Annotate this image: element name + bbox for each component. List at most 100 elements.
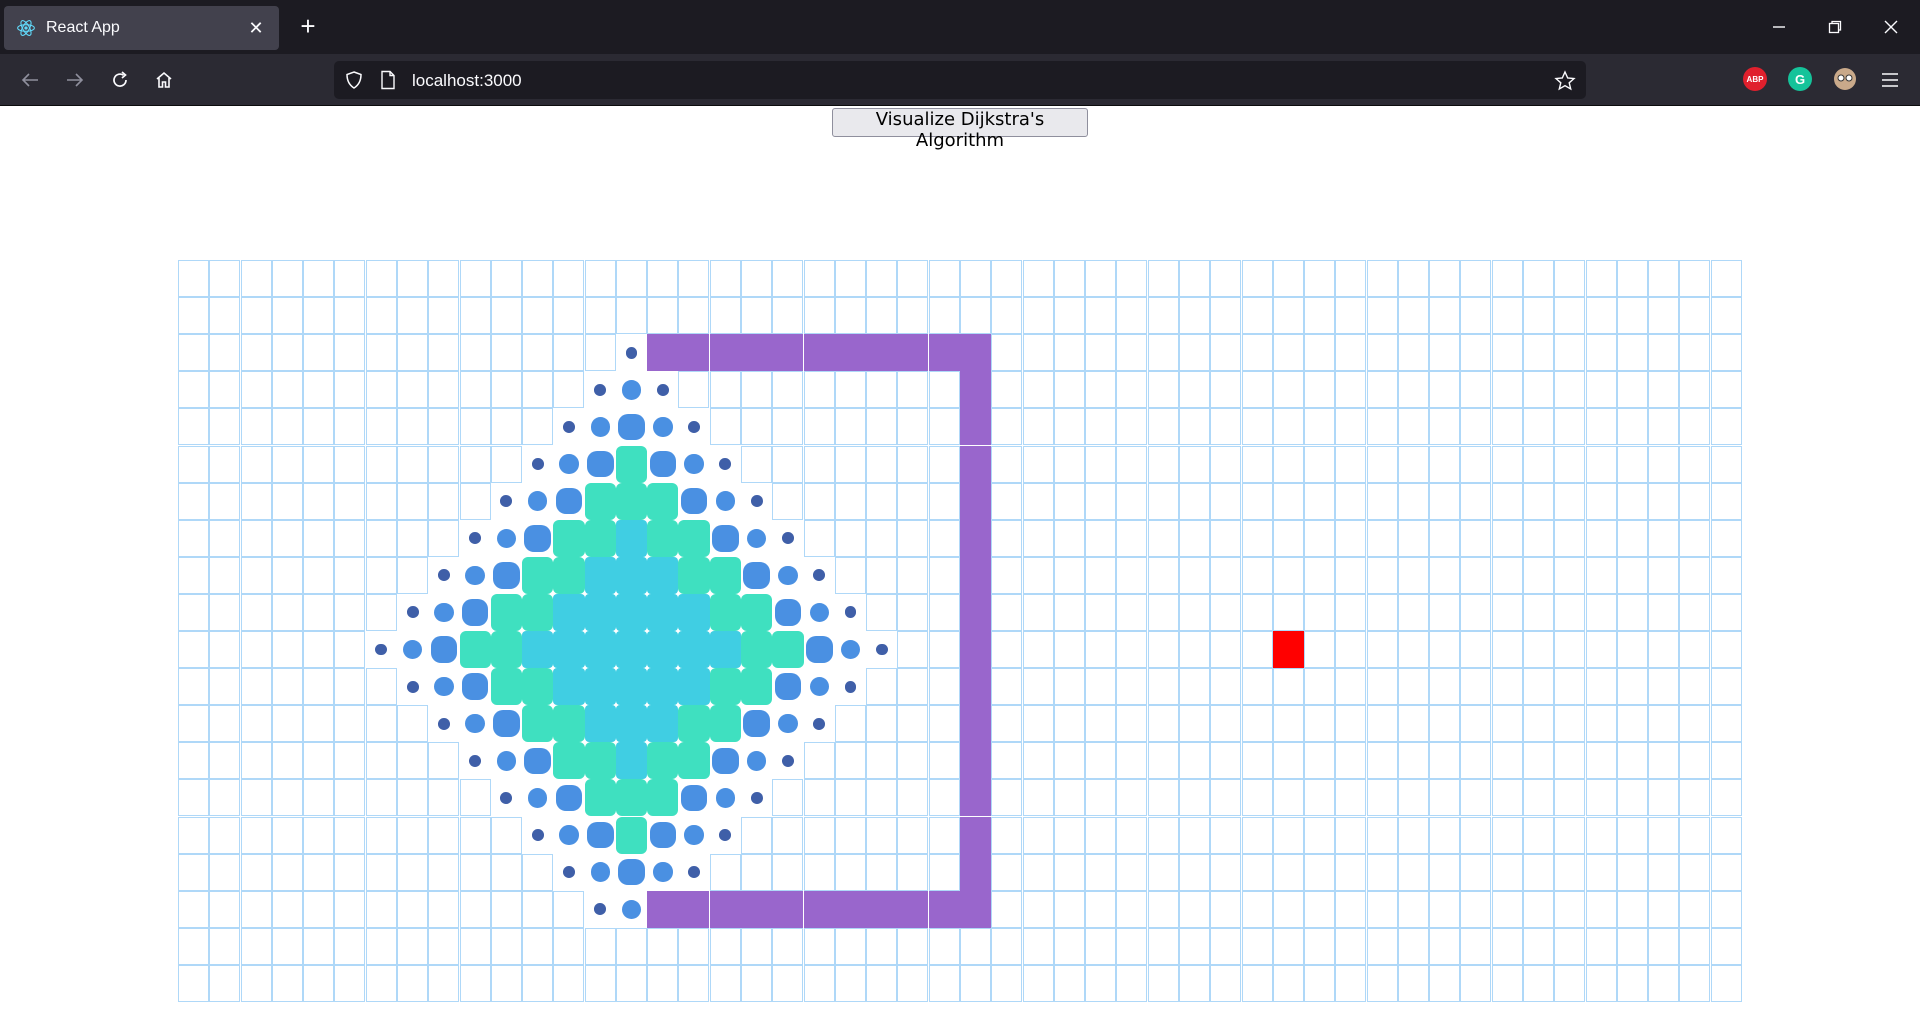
grid-cell[interactable] bbox=[1053, 334, 1085, 372]
visited-node[interactable] bbox=[615, 593, 648, 631]
visited-node[interactable] bbox=[710, 779, 741, 816]
wall-cell[interactable] bbox=[960, 742, 991, 780]
visited-node[interactable] bbox=[460, 668, 491, 705]
grid-cell[interactable] bbox=[1116, 816, 1148, 854]
grid-cell[interactable] bbox=[866, 519, 898, 557]
grid-cell[interactable] bbox=[772, 408, 804, 446]
grid-cell[interactable] bbox=[1335, 705, 1367, 743]
grid-cell[interactable] bbox=[1554, 593, 1586, 631]
grid-cell[interactable] bbox=[396, 779, 428, 817]
grid-cell[interactable] bbox=[1491, 371, 1523, 409]
grid-cell[interactable] bbox=[1053, 890, 1085, 928]
grid-cell[interactable] bbox=[365, 445, 397, 483]
visited-node[interactable] bbox=[616, 371, 647, 408]
visited-node[interactable] bbox=[741, 779, 772, 816]
grid-cell[interactable] bbox=[1272, 927, 1304, 965]
grid-cell[interactable] bbox=[678, 371, 710, 409]
visited-node[interactable] bbox=[491, 557, 522, 594]
target-node[interactable] bbox=[1272, 631, 1304, 668]
grid-cell[interactable] bbox=[1241, 853, 1273, 891]
grid-cell[interactable] bbox=[1523, 853, 1555, 891]
grid-cell[interactable] bbox=[1616, 408, 1648, 446]
grid-cell[interactable] bbox=[1523, 964, 1555, 1002]
grid-cell[interactable] bbox=[1085, 853, 1117, 891]
grid-cell[interactable] bbox=[1491, 779, 1523, 817]
grid-cell[interactable] bbox=[1272, 705, 1304, 743]
grid-cell[interactable] bbox=[271, 445, 303, 483]
grid-cell[interactable] bbox=[1491, 816, 1523, 854]
grid-cell[interactable] bbox=[1616, 964, 1648, 1002]
grid-cell[interactable] bbox=[1022, 668, 1054, 706]
grid-cell[interactable] bbox=[365, 408, 397, 446]
grid-cell[interactable] bbox=[1491, 445, 1523, 483]
grid-cell[interactable] bbox=[1554, 964, 1586, 1002]
wall-cell[interactable] bbox=[960, 593, 991, 631]
grid-cell[interactable] bbox=[178, 631, 209, 668]
grid-cell[interactable] bbox=[1429, 408, 1461, 446]
grid-cell[interactable] bbox=[178, 779, 209, 817]
visited-node[interactable] bbox=[772, 705, 803, 742]
grid-cell[interactable] bbox=[928, 631, 960, 668]
wall-cell[interactable] bbox=[866, 890, 898, 928]
grammarly-extension-icon[interactable]: G bbox=[1788, 67, 1812, 91]
grid-cell[interactable] bbox=[709, 927, 741, 965]
grid-cell[interactable] bbox=[1397, 890, 1429, 928]
grid-cell[interactable] bbox=[1648, 853, 1680, 891]
grid-cell[interactable] bbox=[1116, 556, 1148, 594]
grid-cell[interactable] bbox=[1116, 631, 1148, 668]
visited-node[interactable] bbox=[741, 705, 772, 742]
grid-cell[interactable] bbox=[1710, 445, 1742, 483]
grid-cell[interactable] bbox=[1710, 742, 1742, 780]
grid-cell[interactable] bbox=[1554, 297, 1586, 335]
grid-cell[interactable] bbox=[334, 779, 366, 817]
grid-cell[interactable] bbox=[1429, 297, 1461, 335]
grid-cell[interactable] bbox=[1147, 593, 1179, 631]
grid-cell[interactable] bbox=[1241, 297, 1273, 335]
grid-cell[interactable] bbox=[1241, 890, 1273, 928]
grid-cell[interactable] bbox=[1585, 779, 1617, 817]
wall-cell[interactable] bbox=[647, 334, 679, 372]
grid-cell[interactable] bbox=[396, 408, 428, 446]
visited-node[interactable] bbox=[428, 631, 459, 668]
grid-cell[interactable] bbox=[647, 297, 679, 335]
grid-cell[interactable] bbox=[1116, 260, 1148, 297]
grid-cell[interactable] bbox=[396, 556, 428, 594]
wall-cell[interactable] bbox=[928, 334, 960, 372]
grid-cell[interactable] bbox=[1491, 260, 1523, 297]
grid-cell[interactable] bbox=[1210, 927, 1242, 965]
grid-cell[interactable] bbox=[1491, 705, 1523, 743]
visited-node[interactable] bbox=[490, 668, 523, 706]
grid-cell[interactable] bbox=[490, 334, 522, 372]
grid-cell[interactable] bbox=[772, 260, 804, 297]
grid-cell[interactable] bbox=[647, 260, 679, 297]
visited-node[interactable] bbox=[616, 334, 647, 371]
wall-cell[interactable] bbox=[960, 371, 991, 409]
grid-cell[interactable] bbox=[1335, 408, 1367, 446]
grid-cell[interactable] bbox=[897, 816, 929, 854]
grid-cell[interactable] bbox=[709, 297, 741, 335]
visited-node[interactable] bbox=[772, 668, 803, 705]
visited-node[interactable] bbox=[678, 519, 710, 557]
grid-cell[interactable] bbox=[1085, 371, 1117, 409]
grid-cell[interactable] bbox=[928, 593, 960, 631]
grid-cell[interactable] bbox=[1210, 742, 1242, 780]
grid-cell[interactable] bbox=[1241, 779, 1273, 817]
grid-cell[interactable] bbox=[1147, 816, 1179, 854]
grid-cell[interactable] bbox=[209, 742, 241, 780]
grid-cell[interactable] bbox=[1679, 408, 1711, 446]
grid-cell[interactable] bbox=[178, 927, 209, 965]
visited-node[interactable] bbox=[553, 519, 585, 557]
grid-cell[interactable] bbox=[1116, 705, 1148, 743]
grid-cell[interactable] bbox=[866, 927, 898, 965]
visited-node[interactable] bbox=[772, 557, 803, 594]
grid-cell[interactable] bbox=[834, 705, 866, 743]
grid-cell[interactable] bbox=[1085, 964, 1117, 1002]
grid-cell[interactable] bbox=[365, 556, 397, 594]
grid-cell[interactable] bbox=[522, 297, 554, 335]
grid-cell[interactable] bbox=[1679, 742, 1711, 780]
grid-cell[interactable] bbox=[1585, 371, 1617, 409]
grid-cell[interactable] bbox=[1272, 964, 1304, 1002]
grid-cell[interactable] bbox=[1460, 519, 1492, 557]
grid-cell[interactable] bbox=[803, 927, 835, 965]
grid-cell[interactable] bbox=[1178, 593, 1210, 631]
